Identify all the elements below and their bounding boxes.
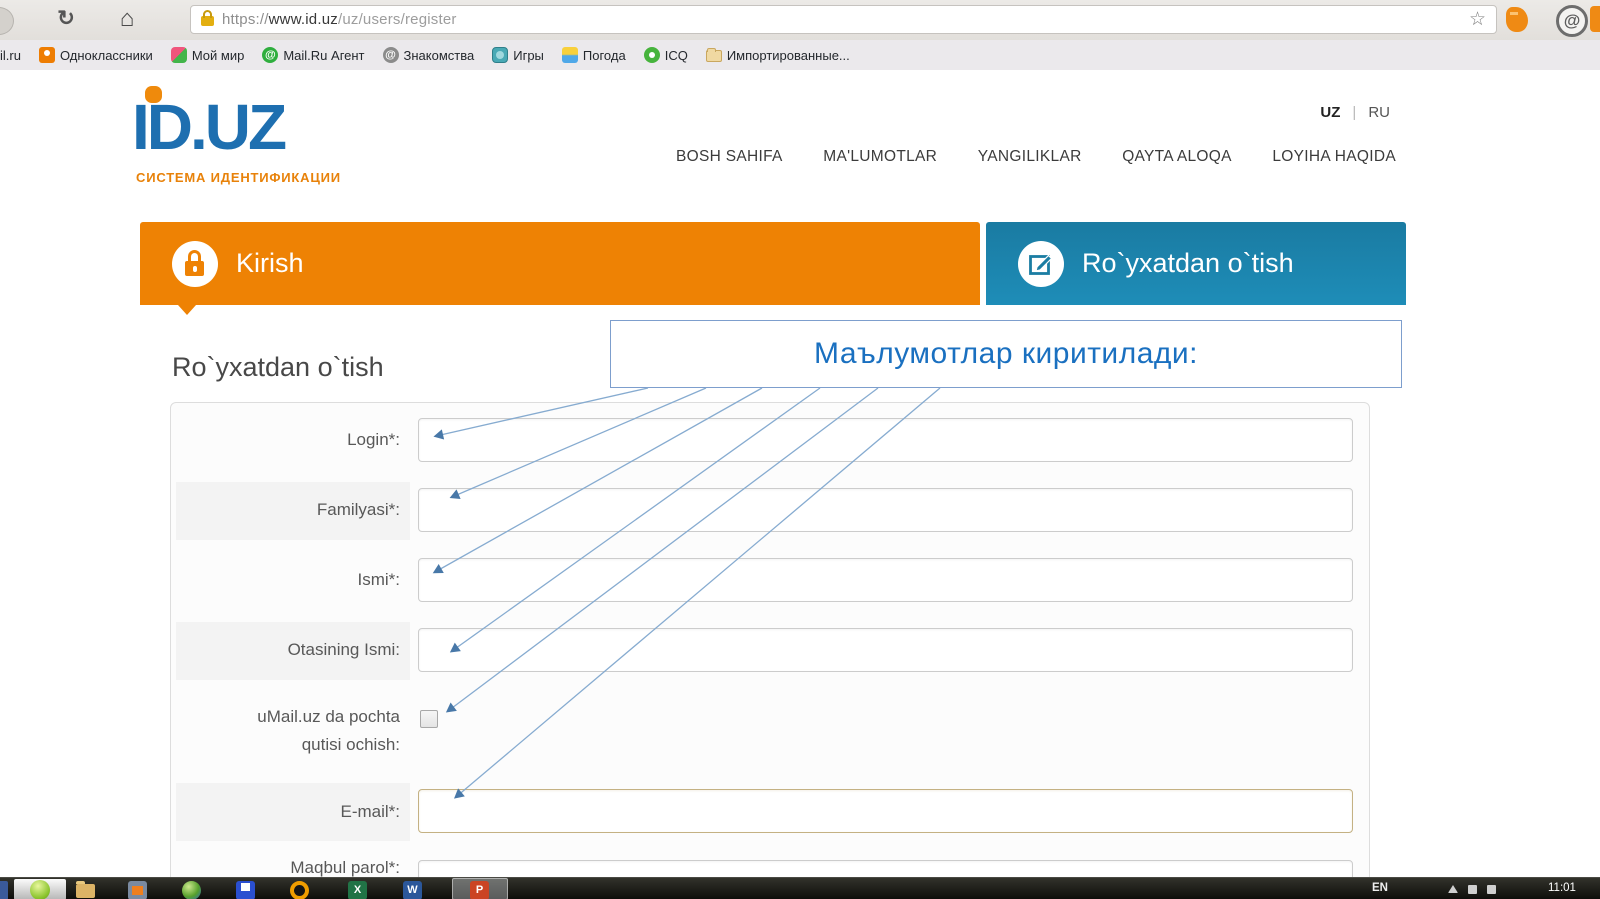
logo-subtitle: СИСТЕМА ИДЕНТИФИКАЦИИ bbox=[136, 170, 341, 185]
keyboard-language-indicator[interactable]: EN bbox=[1372, 882, 1388, 894]
tab-login[interactable]: Kirish bbox=[140, 222, 980, 305]
site-logo[interactable]: ID.UZ СИСТЕМА ИДЕНТИФИКАЦИИ bbox=[132, 82, 372, 192]
bookmark-mailru[interactable]: il.ru bbox=[0, 48, 21, 63]
start-orb-icon bbox=[30, 880, 50, 899]
bookmark-icq[interactable]: ICQ bbox=[644, 47, 688, 63]
bookmark-znakomstva[interactable]: Знакомства bbox=[383, 47, 475, 63]
back-button[interactable] bbox=[0, 7, 14, 35]
nav-bosh-sahifa[interactable]: BOSH SAHIFA bbox=[676, 148, 783, 166]
tab-register[interactable]: Ro`yxatdan o`tish bbox=[986, 222, 1406, 305]
url-bar[interactable]: https://www.id.uz/uz/users/register ☆ bbox=[190, 5, 1497, 34]
ismi-label: Ismi*: bbox=[180, 569, 400, 591]
tab-login-label: Kirish bbox=[236, 248, 304, 279]
games-icon bbox=[492, 47, 508, 63]
taskbar: X W P EN 11:01 bbox=[0, 877, 1600, 899]
word-icon[interactable]: W bbox=[403, 881, 422, 899]
login-input[interactable] bbox=[418, 418, 1353, 462]
mailru-agent-icon bbox=[262, 47, 278, 63]
explorer-folder-icon[interactable] bbox=[76, 884, 95, 898]
system-tray bbox=[1448, 885, 1496, 894]
url-text: https://www.id.uz/uz/users/register bbox=[222, 11, 457, 28]
nav-malumotlar[interactable]: MA'LUMOTLAR bbox=[823, 148, 937, 166]
excel-icon[interactable]: X bbox=[348, 881, 367, 899]
main-nav: BOSH SAHIFA MA'LUMOTLAR YANGILIKLAR QAYT… bbox=[676, 148, 1396, 166]
language-switcher: UZ | RU bbox=[1320, 104, 1390, 121]
screen: ↻ ⌂ https://www.id.uz/uz/users/register … bbox=[0, 0, 1600, 899]
logo-text: ID.UZ bbox=[132, 94, 284, 160]
taskbar-app-icon[interactable] bbox=[0, 881, 8, 899]
bookmark-imported-folder[interactable]: Импортированные... bbox=[706, 48, 850, 63]
taskbar-app-icon[interactable] bbox=[236, 881, 255, 899]
znakomstva-icon bbox=[383, 47, 399, 63]
email-label: E-mail*: bbox=[180, 801, 400, 823]
home-icon[interactable]: ⌂ bbox=[112, 3, 142, 35]
bookmark-odnoklassniki[interactable]: Одноклассники bbox=[39, 47, 153, 63]
taskbar-app-icon[interactable] bbox=[128, 881, 147, 899]
tray-icon[interactable] bbox=[1468, 885, 1477, 894]
mailru-extension-icon[interactable]: @ bbox=[1556, 5, 1588, 37]
umail-label: uMail.uz da pochta qutisi ochish: bbox=[180, 703, 400, 759]
lock-icon bbox=[172, 241, 218, 287]
odnoklassniki-icon bbox=[39, 47, 55, 63]
tray-expand-icon[interactable] bbox=[1448, 885, 1458, 893]
like-extension-icon[interactable] bbox=[1506, 7, 1528, 32]
register-pencil-icon bbox=[1018, 241, 1064, 287]
https-lock-icon bbox=[201, 16, 214, 26]
powerpoint-icon[interactable]: P bbox=[470, 881, 489, 899]
annotation-text: Маълумотлар киритилади: bbox=[814, 337, 1198, 371]
tray-icon[interactable] bbox=[1487, 885, 1496, 894]
lang-ru[interactable]: RU bbox=[1368, 104, 1390, 121]
email-input[interactable] bbox=[418, 789, 1353, 833]
tab-register-label: Ro`yxatdan o`tish bbox=[1082, 248, 1294, 279]
taskbar-app-icon[interactable] bbox=[182, 881, 201, 899]
moymir-icon bbox=[171, 47, 187, 63]
lang-uz[interactable]: UZ bbox=[1320, 104, 1340, 121]
page-content: ID.UZ СИСТЕМА ИДЕНТИФИКАЦИИ UZ | RU BOSH… bbox=[0, 70, 1600, 877]
extension-icon[interactable] bbox=[1590, 6, 1600, 32]
otasining-ismi-label: Otasining Ismi: bbox=[180, 639, 400, 661]
bookmark-star-icon[interactable]: ☆ bbox=[1469, 6, 1486, 33]
password-label: Maqbul parol*: bbox=[180, 857, 400, 877]
bookmark-games[interactable]: Игры bbox=[492, 47, 544, 63]
familyasi-label: Familyasi*: bbox=[180, 499, 400, 521]
weather-icon bbox=[562, 47, 578, 63]
icq-icon bbox=[644, 47, 660, 63]
folder-icon bbox=[706, 50, 722, 62]
password-input[interactable] bbox=[418, 860, 1353, 877]
active-tab-pointer bbox=[178, 305, 196, 315]
ismi-input[interactable] bbox=[418, 558, 1353, 602]
bookmarks-bar: il.ru Одноклассники Мой мир Mail.Ru Аген… bbox=[0, 40, 1600, 71]
reload-icon[interactable]: ↻ bbox=[52, 4, 80, 34]
nav-yangiliklar[interactable]: YANGILIKLAR bbox=[978, 148, 1082, 166]
nav-loyiha-haqida[interactable]: LOYIHA HAQIDA bbox=[1272, 148, 1396, 166]
umail-checkbox[interactable] bbox=[420, 710, 438, 728]
bookmark-weather[interactable]: Погода bbox=[562, 47, 626, 63]
browser-toolbar: ↻ ⌂ https://www.id.uz/uz/users/register … bbox=[0, 0, 1600, 41]
otasining-ismi-input[interactable] bbox=[418, 628, 1353, 672]
form-title: Ro`yxatdan o`tish bbox=[172, 352, 384, 383]
nav-qayta-aloqa[interactable]: QAYTA ALOQA bbox=[1122, 148, 1232, 166]
bookmark-moymir[interactable]: Мой мир bbox=[171, 47, 245, 63]
bookmark-mailru-agent[interactable]: Mail.Ru Агент bbox=[262, 47, 364, 63]
start-button[interactable] bbox=[14, 879, 66, 899]
taskbar-app-icon[interactable] bbox=[290, 881, 309, 899]
familyasi-input[interactable] bbox=[418, 488, 1353, 532]
login-label: Login*: bbox=[180, 429, 400, 451]
taskbar-clock: 11:01 bbox=[1548, 882, 1576, 894]
annotation-callout: Маълумотлар киритилади: bbox=[610, 320, 1402, 388]
lang-separator: | bbox=[1352, 104, 1356, 121]
